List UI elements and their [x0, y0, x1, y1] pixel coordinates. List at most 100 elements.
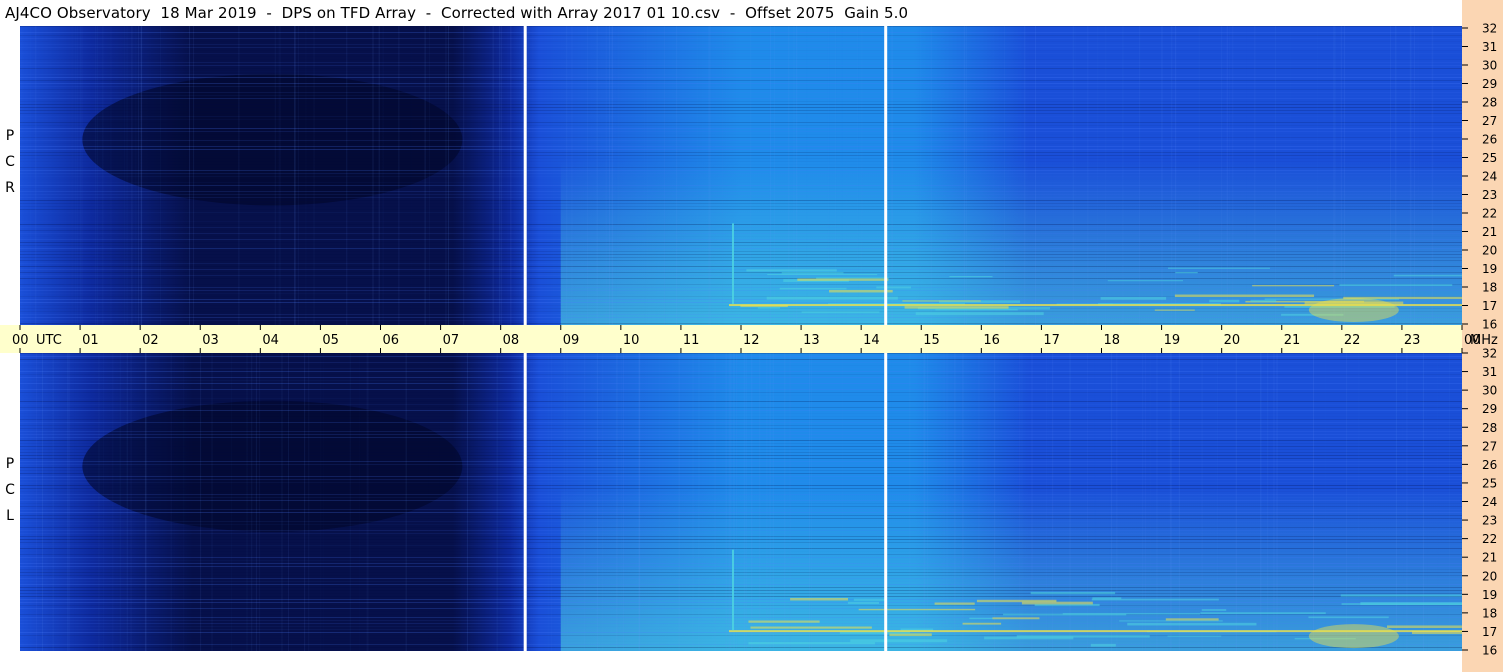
rcp-time-texture — [1410, 26, 1412, 325]
rcp-channel-stripe — [20, 125, 1462, 126]
lcp-channel-stripe — [20, 425, 1462, 426]
lcp-time-texture — [710, 353, 711, 651]
rcp-time-texture — [160, 26, 161, 325]
lcp-channel-stripe — [20, 365, 1462, 366]
lcp-time-texture — [67, 353, 69, 651]
lcp-time-texture — [596, 353, 598, 651]
lcp-time-texture — [735, 353, 736, 651]
rcp-channel-stripe — [20, 122, 1462, 123]
rcp-time-texture — [609, 26, 611, 325]
rcp-channel-stripe — [20, 257, 1462, 258]
lcp-time-texture — [1156, 353, 1158, 651]
lcp-rfi-streak — [847, 601, 880, 604]
rcp-time-texture — [492, 26, 494, 325]
rcp-time-texture — [1087, 26, 1089, 325]
lcp-channel-stripe — [20, 413, 1462, 414]
lcp-channel-stripe — [20, 533, 1462, 534]
lcp-time-texture — [170, 353, 172, 651]
lcp-time-texture — [891, 353, 892, 651]
rcp-rfi-streak — [1209, 299, 1240, 303]
lcp-rfi-streak — [1119, 620, 1223, 622]
rcp-channel-stripe — [20, 215, 1462, 216]
rcp-rfi-streak — [1168, 267, 1270, 269]
rcp-channel-stripe — [20, 104, 1462, 105]
rcp-channel-stripe — [20, 137, 1462, 138]
lcp-hot-patch — [1308, 624, 1399, 649]
rcp-time-texture — [1333, 26, 1335, 325]
rcp-channel-stripe — [20, 209, 1462, 210]
lcp-channel-stripe — [20, 545, 1462, 546]
lcp-time-texture — [201, 353, 202, 651]
rcp-time-texture — [411, 26, 412, 325]
lcp-time-texture — [1178, 353, 1180, 651]
lcp-letter-c: C — [5, 482, 15, 498]
lcp-time-texture — [1325, 353, 1326, 651]
lcp-time-texture — [1046, 353, 1047, 651]
rcp-time-texture — [378, 26, 380, 325]
rcp-channel-stripe — [20, 269, 1462, 270]
rcp-time-texture — [1097, 26, 1098, 325]
lcp-time-texture — [1215, 353, 1216, 651]
lcp-channel-stripe — [20, 434, 1462, 435]
rcp-channel-stripe — [20, 293, 1462, 294]
rcp-rfi-streak — [757, 306, 780, 309]
lcp-rfi-streak — [1340, 594, 1462, 597]
lcp-time-texture — [1031, 353, 1033, 651]
rcp-time-texture — [305, 26, 306, 325]
lcp-channel-stripe — [20, 602, 1462, 603]
lcp-time-texture — [1449, 353, 1451, 651]
frequency-axis-strip — [1462, 0, 1503, 672]
rcp-rfi-streak — [797, 278, 889, 281]
lcp-time-texture — [255, 353, 257, 651]
lcp-time-texture — [126, 353, 128, 651]
rcp-channel-stripe — [20, 218, 1462, 219]
lcp-time-texture — [466, 353, 468, 651]
rcp-channel-stripe — [20, 272, 1462, 273]
rcp-time-texture — [138, 26, 140, 325]
lcp-time-texture — [246, 353, 248, 651]
lcp-rfi-streak — [1090, 643, 1116, 647]
rcp-rfi-streak — [1175, 272, 1198, 274]
rcp-time-texture — [596, 26, 598, 325]
rcp-time-texture — [1254, 26, 1256, 325]
lcp-polarization-label: P C L — [2, 456, 18, 524]
lcp-data-gap-0 — [523, 353, 527, 651]
rcp-time-texture — [1171, 26, 1173, 325]
lcp-time-texture — [98, 353, 100, 651]
rcp-channel-stripe — [20, 182, 1462, 183]
lcp-channel-stripe — [20, 494, 1462, 495]
rcp-rfi-streak — [1100, 297, 1167, 300]
lcp-channel-stripe — [20, 443, 1462, 444]
lcp-channel-stripe — [20, 404, 1462, 405]
lcp-time-texture — [1110, 353, 1112, 651]
rcp-data-gap-0 — [523, 26, 527, 325]
lcp-time-texture — [745, 353, 747, 651]
lcp-time-texture — [1169, 353, 1170, 651]
rcp-channel-stripe — [20, 92, 1462, 93]
lcp-channel-stripe — [20, 560, 1462, 561]
rcp-time-texture — [73, 26, 74, 325]
lcp-time-texture — [714, 353, 716, 651]
rcp-rfi-streak — [1393, 274, 1462, 277]
lcp-time-texture — [41, 353, 43, 651]
rcp-channel-stripe — [20, 260, 1462, 261]
lcp-time-texture — [769, 353, 771, 651]
rcp-time-texture — [398, 26, 400, 325]
lcp-channel-stripe — [20, 605, 1462, 606]
lcp-time-texture — [751, 353, 753, 651]
lcp-channel-stripe — [20, 383, 1462, 384]
lcp-channel-stripe — [20, 515, 1462, 516]
lcp-spectrogram — [20, 353, 1462, 651]
rcp-time-texture — [346, 26, 348, 325]
rcp-channel-stripe — [20, 203, 1462, 204]
rcp-time-texture — [188, 26, 190, 325]
lcp-time-texture — [566, 353, 568, 651]
rcp-channel-stripe — [20, 98, 1462, 99]
rcp-time-texture — [424, 26, 426, 325]
lcp-time-texture — [678, 353, 680, 651]
lcp-channel-stripe — [20, 482, 1462, 483]
rcp-channel-stripe — [20, 311, 1462, 312]
rcp-channel-stripe — [20, 71, 1462, 72]
lcp-time-texture — [924, 353, 926, 651]
rcp-time-texture — [1075, 26, 1076, 325]
